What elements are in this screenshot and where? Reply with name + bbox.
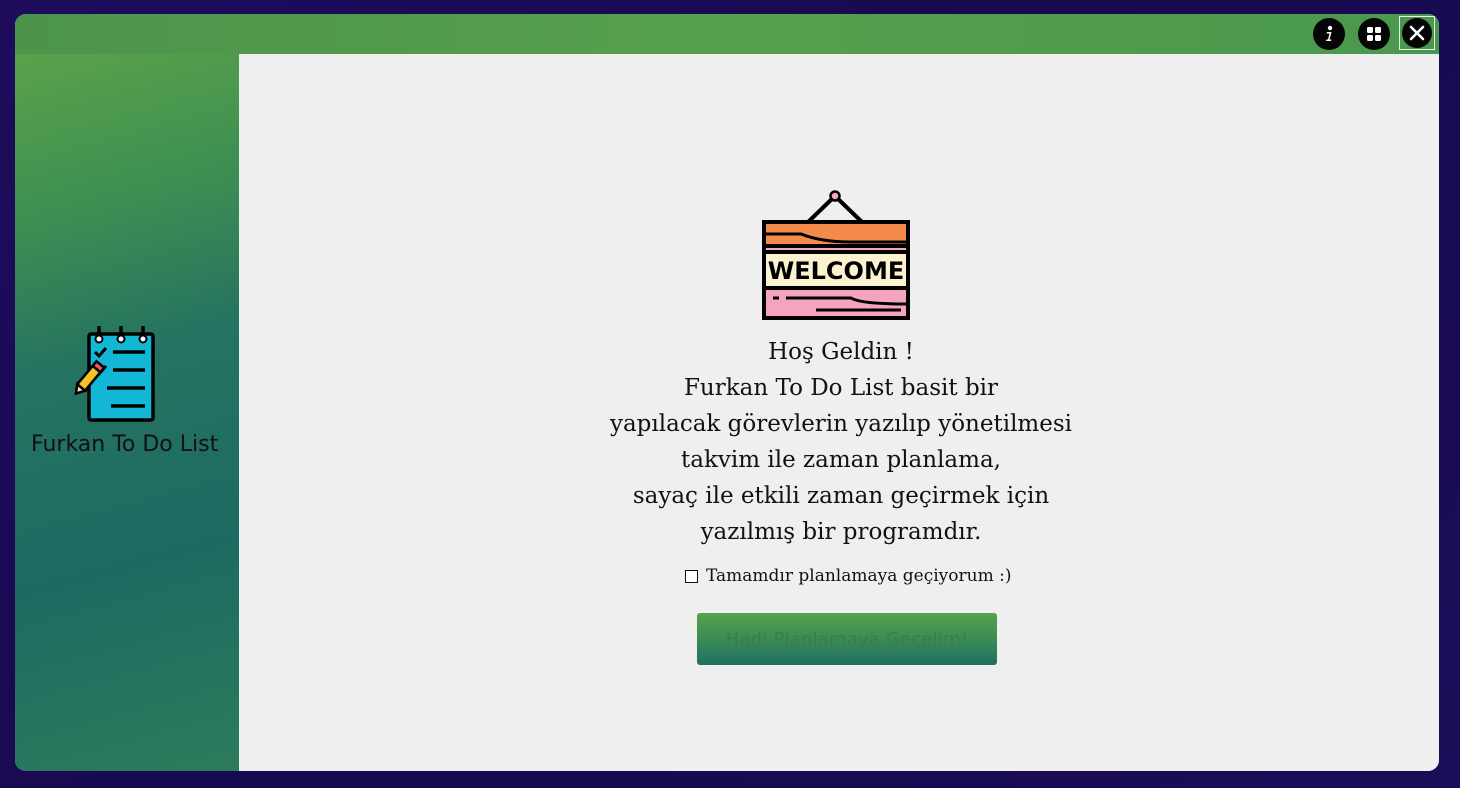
main-content: WELCOME Hoş Geldin ! Furkan To Do List b… xyxy=(239,54,1439,771)
app-name: Furkan To Do List xyxy=(31,432,219,457)
close-button-circle xyxy=(1402,18,1432,48)
welcome-message: Hoş Geldin ! Furkan To Do List basit bir… xyxy=(541,334,1141,550)
message-line-1: Hoş Geldin ! xyxy=(768,339,914,365)
sign-text: WELCOME xyxy=(768,257,904,285)
message-line-2: Furkan To Do List basit bir xyxy=(683,375,999,401)
grid-icon xyxy=(1367,27,1381,41)
info-button[interactable] xyxy=(1313,18,1345,50)
message-line-4: takvim ile zaman planlama, xyxy=(681,447,1001,473)
close-button[interactable] xyxy=(1399,16,1435,50)
close-icon xyxy=(1409,25,1425,41)
confirm-checkbox[interactable]: Tamamdır planlamaya geçiyorum :) xyxy=(685,566,1011,586)
app-window: Furkan To Do List WELCOME Hoş Geldin ! F… xyxy=(15,14,1439,771)
checklist-notepad-icon xyxy=(74,326,155,422)
welcome-sign-icon: WELCOME xyxy=(762,190,910,320)
title-bar[interactable] xyxy=(15,14,1439,54)
checkbox-box[interactable] xyxy=(685,569,698,583)
message-line-3: yapılacak görevlerin yazılıp yönetilmesi xyxy=(609,411,1073,437)
info-icon xyxy=(1326,25,1333,41)
sidebar: Furkan To Do List xyxy=(15,54,239,771)
message-line-6: yazılmış bir programdır. xyxy=(700,519,982,545)
start-planning-button[interactable]: Hadi Planlamaya Geçelim! xyxy=(697,613,997,665)
maximize-button[interactable] xyxy=(1358,18,1390,50)
confirm-label: Tamamdır planlamaya geçiyorum :) xyxy=(706,566,1012,586)
message-line-5: sayaç ile etkili zaman geçirmek için xyxy=(632,483,1050,509)
